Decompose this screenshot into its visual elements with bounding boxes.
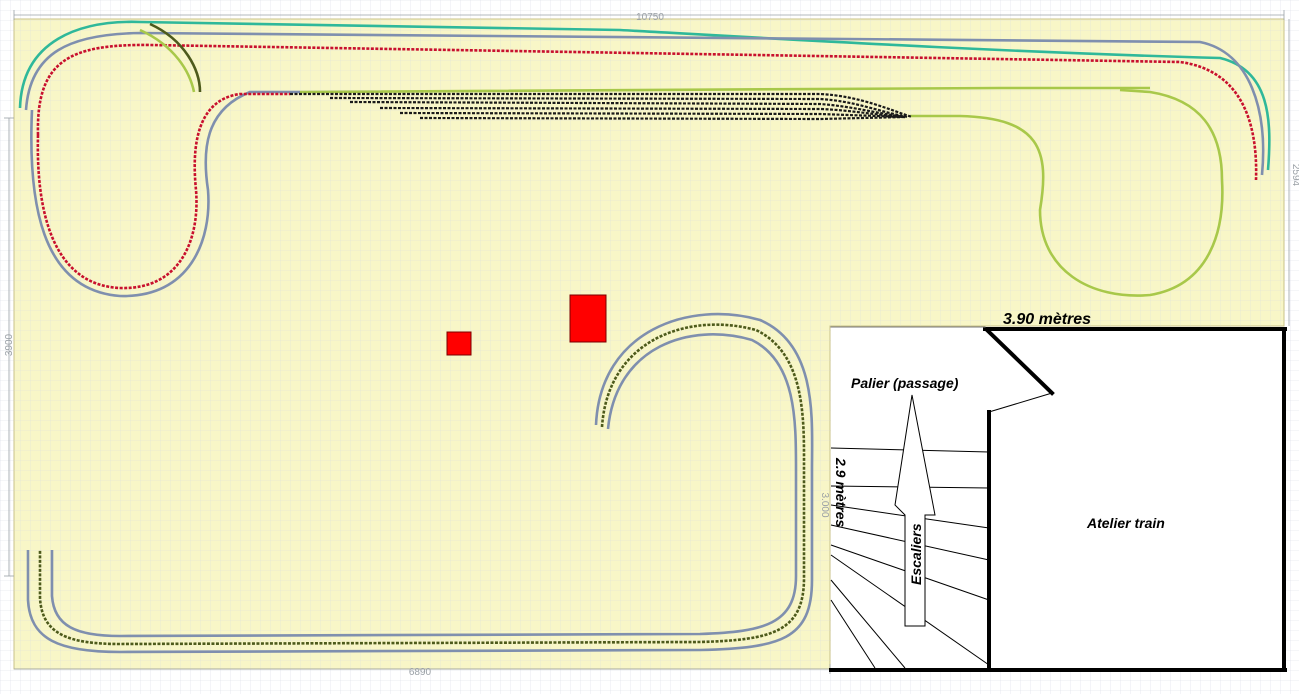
dim-stair-small: 3.000 xyxy=(819,492,830,517)
dim-left-height: 3900 xyxy=(4,333,15,356)
label-stair-length: 2.9 mètres xyxy=(833,457,849,527)
label-landing: Palier (passage) xyxy=(851,375,959,391)
obstacle-small xyxy=(446,331,472,356)
label-workshop: Atelier train xyxy=(1086,515,1165,531)
dim-top-length: 10750 xyxy=(636,12,664,23)
dim-bottom-length: 6890 xyxy=(409,667,432,678)
dim-right-height: 2594 xyxy=(1290,164,1299,187)
label-width-top: 3.90 mètres xyxy=(1003,311,1091,328)
label-stairs: Escaliers xyxy=(908,523,924,585)
obstacle-large xyxy=(569,294,607,343)
layout-plan: 10750 6890 3900 2594 3.000 3.90 mètres P… xyxy=(0,0,1299,694)
